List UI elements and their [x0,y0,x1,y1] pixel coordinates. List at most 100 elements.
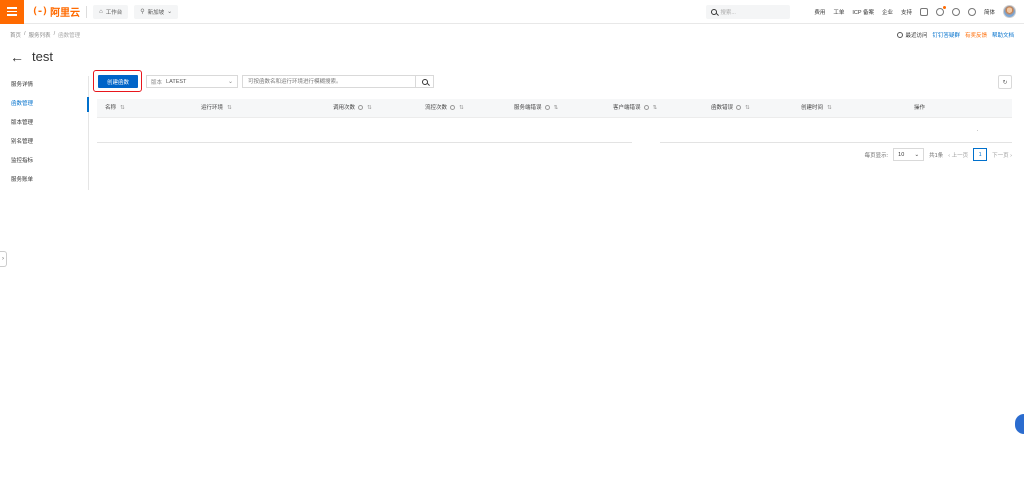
global-search-input[interactable]: 搜索... [706,4,791,19]
clock-icon [897,32,904,38]
workbench-button[interactable]: ⌂ 工作台 [93,4,129,19]
create-function-button[interactable]: 创建函数 [98,75,138,88]
sidebar-item-billing[interactable]: 服务账单 [0,171,88,190]
region-selector[interactable]: ⚲ 新加坡 ⌄ [134,4,179,19]
chevron-down-icon: ⌄ [914,151,920,158]
column-header-invocations[interactable]: 调用次数 ⇅ [333,99,372,118]
top-link-support[interactable]: 支持 [901,8,912,16]
breadcrumb-separator: / [24,31,26,37]
sidebar-item-service-details[interactable]: 服务详情 [0,76,88,95]
chevron-down-icon: ⌄ [167,9,173,15]
column-header-label: 流控次数 [425,105,448,111]
total-count: 共1条 [929,152,944,159]
column-header-function-errors[interactable]: 函数错误 ⇅ [711,99,750,118]
column-header-label: 名称 [105,105,117,111]
breadcrumb-current: 函数管理 [58,33,81,39]
expand-sidebar-chevron-right-icon[interactable]: › [0,251,7,267]
top-link-billing[interactable]: 费用 [814,8,825,16]
version-value: LATEST [166,78,187,85]
avatar[interactable] [1003,5,1016,18]
language-switch[interactable]: 简体 [984,8,995,16]
column-header-runtime[interactable]: 运行环境 ⇅ [201,99,232,118]
sort-icon[interactable]: ⇅ [459,105,464,111]
column-header-name[interactable]: 名称 ⇅ [105,99,125,118]
top-link-enterprise[interactable]: 企业 [882,8,893,16]
sort-icon[interactable]: ⇅ [827,105,832,111]
global-search-placeholder: 搜索... [720,9,736,16]
table-header: 名称 ⇅ 运行环境 ⇅ 调用次数 ⇅ 流控次数 ⇅ 服务端错误 ⇅ 客户端错误 ⇅ 函数错误… [97,99,1012,118]
location-icon: ⚲ [140,9,145,15]
recent-visits-label: 最近访问 [905,33,928,39]
column-header-label: 操作 [914,105,926,111]
page-size-label: 每页显示: [864,152,889,159]
sort-icon[interactable]: ⇅ [745,105,750,111]
sidebar-item-monitoring[interactable]: 监控指标 [0,152,88,171]
prev-page-label: 上一页 [951,152,969,159]
search-icon [421,78,428,85]
sort-icon[interactable]: ⇅ [367,105,372,111]
function-search-input[interactable] [242,75,415,88]
next-page-button[interactable]: 下一页 › [992,151,1012,159]
version-select[interactable]: 版本 LATEST ⌄ [146,75,238,88]
column-header-created-time[interactable]: 创建时间 ⇅ [801,99,832,118]
table-empty-row [977,130,978,131]
feedback-link[interactable]: 有奖反馈 [965,31,987,39]
help-icon[interactable] [450,105,456,111]
top-link-icp[interactable]: ICP 备案 [852,8,874,16]
sidebar-item-version-management[interactable]: 版本管理 [0,114,88,133]
search-icon [711,8,718,15]
help-icon[interactable] [736,105,742,111]
breadcrumb-separator: / [53,31,56,37]
chevron-down-icon: ⌄ [227,79,233,85]
column-header-label: 调用次数 [333,105,356,111]
help-icon[interactable] [643,105,649,111]
lightbulb-icon[interactable] [951,7,960,16]
next-page-label: 下一页 [992,152,1009,159]
top-link-tickets[interactable]: 工单 [833,8,844,16]
sort-icon[interactable]: ⇅ [227,105,232,111]
arrow-left-icon[interactable]: ← [10,50,24,64]
column-header-client-errors[interactable]: 客户端错误 ⇅ [613,99,657,118]
sidebar-item-alias-management[interactable]: 别名管理 [0,133,88,152]
version-label: 版本 [151,79,163,86]
help-docs-link[interactable]: 帮助文档 [992,31,1014,39]
page-number-current[interactable]: 1 [973,148,988,161]
sort-icon[interactable]: ⇅ [554,105,559,111]
bell-icon[interactable] [935,5,946,16]
floating-assistant-button[interactable] [1015,414,1024,434]
page-size-select[interactable]: 10 ⌄ [893,148,925,161]
search-button[interactable] [415,75,434,88]
logo-text: 阿里云 [50,8,81,19]
pagination: 每页显示: 10 ⌄ 共1条 ‹ 上一页 1 下一页 › [865,148,1012,161]
help-icon[interactable] [358,105,364,111]
top-bar: (-) 阿里云 ⌂ 工作台 ⚲ 新加坡 ⌄ 搜索... 费用 工单 ICP 备案… [0,0,1024,24]
dingtalk-group-link[interactable]: 钉钉答疑群 [932,31,960,39]
home-icon: ⌂ [99,8,103,15]
breadcrumb-home[interactable]: 首页 [10,31,21,39]
recent-visits-link[interactable]: 最近访问 [897,31,927,39]
column-header-label: 客户端错误 [613,105,641,111]
service-sidebar: 服务详情 函数管理 版本管理 别名管理 监控指标 服务账单 [0,76,89,190]
refresh-button[interactable]: ↻ [998,75,1012,89]
workbench-label: 工作台 [105,9,123,16]
sidebar-item-function-management[interactable]: 函数管理 [0,95,89,114]
aliyun-logo[interactable]: (-) 阿里云 [32,4,80,19]
divider [86,5,88,18]
column-header-label: 服务端错误 [514,105,542,111]
breadcrumb: 首页 / 服务列表 / 函数管理 [10,31,80,39]
sort-icon[interactable]: ⇅ [120,105,125,111]
hamburger-menu-icon[interactable] [0,0,24,24]
column-header-label: 创建时间 [801,105,824,111]
column-header-server-errors[interactable]: 服务端错误 ⇅ [514,99,558,118]
sort-icon[interactable]: ⇅ [653,105,658,111]
page-title: test [32,49,53,64]
page-size-value: 10 [898,151,905,158]
refresh-icon: ↻ [1002,79,1008,86]
column-header-throttles[interactable]: 流控次数 ⇅ [425,99,464,118]
prev-page-button[interactable]: ‹ 上一页 [948,151,968,159]
table-divider [660,142,1012,143]
mail-icon[interactable] [919,7,928,16]
help-icon[interactable] [967,7,976,16]
help-icon[interactable] [544,105,550,111]
breadcrumb-service-list[interactable]: 服务列表 [29,31,51,39]
